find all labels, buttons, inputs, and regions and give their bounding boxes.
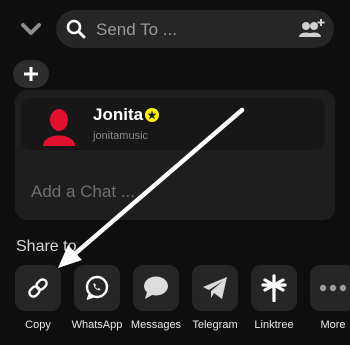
link-icon [28,278,48,298]
send-to-search[interactable] [56,10,334,50]
top-bar [0,0,350,60]
contact-name: Jonita [93,105,144,124]
search-icon [66,19,86,39]
more-dots-icon [319,284,347,292]
chevron-down-icon[interactable] [18,18,44,40]
new-group-button[interactable] [13,60,49,88]
contact-row[interactable]: Jonita jonitamusic [21,98,325,150]
send-to-input[interactable] [94,10,288,50]
plus-icon [24,67,38,81]
linktree-icon [261,274,287,302]
star-badge-icon [145,108,159,122]
add-chat-input[interactable]: Add a Chat ... [31,182,135,202]
avatar [43,109,75,146]
share-more[interactable]: More [303,265,350,340]
share-options: Copy WhatsApp Messages Telegram Linktree… [0,265,350,345]
share-to-heading: Share to [16,238,77,255]
recipients-panel: Jonita jonitamusic Add a Chat ... [15,90,335,220]
telegram-icon [203,277,227,299]
contact-username: jonitamusic [93,130,149,142]
share-more-label: More [320,319,346,331]
message-bubble-icon [144,276,168,299]
add-friends-icon[interactable] [298,17,326,41]
whatsapp-icon [85,275,109,300]
